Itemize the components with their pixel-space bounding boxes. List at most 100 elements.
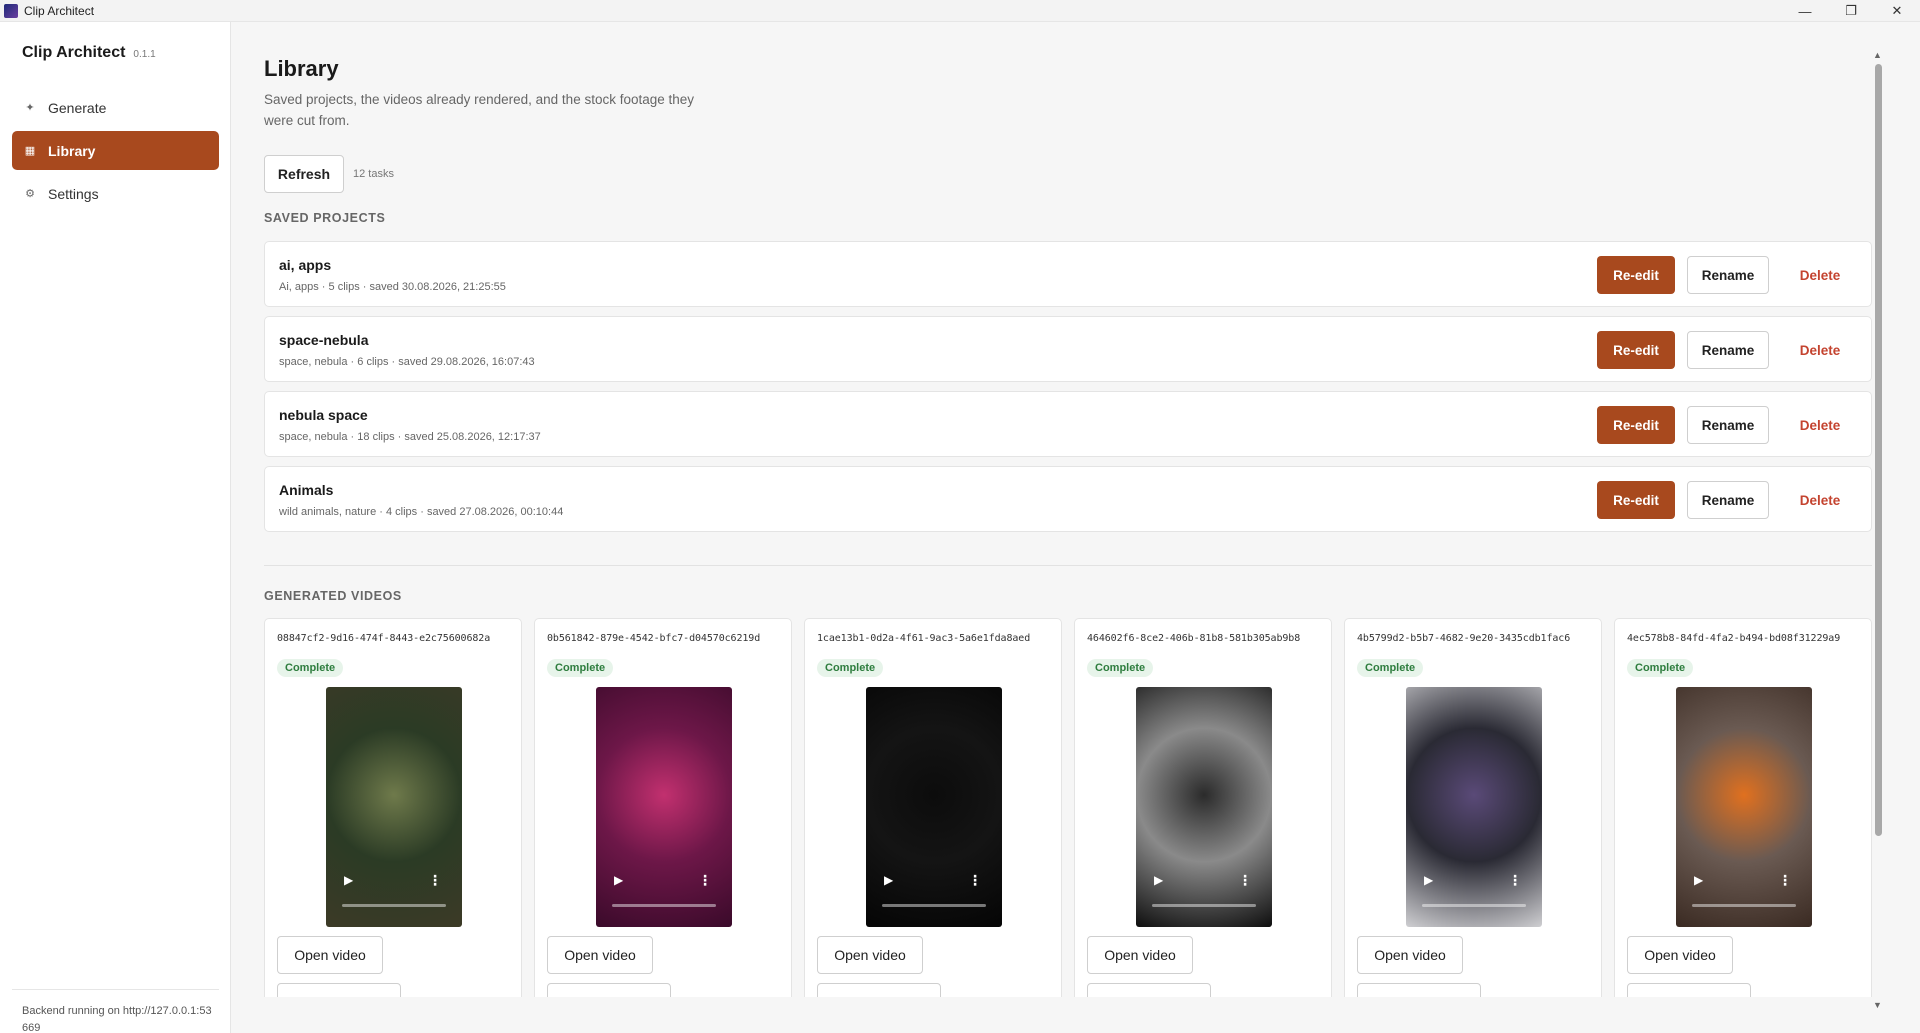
video-id: 08847cf2-9d16-474f-8443-e2c75600682a bbox=[277, 633, 491, 644]
reedit-button[interactable]: Re-edit bbox=[1597, 481, 1675, 519]
video-progress-bar[interactable] bbox=[612, 904, 716, 907]
video-player[interactable]: ▶ ⋮ bbox=[1676, 687, 1812, 927]
scroll-down-icon[interactable]: ▼ bbox=[1873, 1000, 1882, 1010]
page-title: Library bbox=[264, 56, 339, 81]
more-options-icon[interactable]: ⋮ bbox=[1508, 872, 1522, 889]
more-options-icon[interactable]: ⋮ bbox=[1778, 872, 1792, 889]
play-icon[interactable]: ▶ bbox=[1424, 873, 1433, 887]
delete-button[interactable]: Delete bbox=[1781, 481, 1859, 519]
more-options-icon[interactable]: ⋮ bbox=[698, 872, 712, 889]
rename-button[interactable]: Rename bbox=[1687, 481, 1769, 519]
video-player[interactable]: ▶ ⋮ bbox=[1136, 687, 1272, 927]
content-bottom-edge bbox=[232, 997, 1886, 1033]
status-badge: Complete bbox=[817, 659, 884, 677]
project-row: nebula space space, nebula · 18 clips · … bbox=[264, 391, 1872, 457]
rename-button[interactable]: Rename bbox=[1687, 331, 1769, 369]
rename-button[interactable]: Rename bbox=[1687, 406, 1769, 444]
open-video-button[interactable]: Open video bbox=[1357, 936, 1463, 974]
sidebar: Clip Architect 0.1.1 ✦ Generate ▦ Librar… bbox=[0, 22, 231, 1033]
project-row: Animals wild animals, nature · 4 clips ·… bbox=[264, 466, 1872, 532]
gear-icon: ⚙ bbox=[25, 188, 35, 200]
refresh-button[interactable]: Refresh bbox=[264, 155, 344, 193]
more-options-icon[interactable]: ⋮ bbox=[968, 872, 982, 889]
sidebar-item-label: Generate bbox=[48, 99, 107, 116]
play-icon[interactable]: ▶ bbox=[1154, 873, 1163, 887]
app-logo-icon bbox=[4, 3, 18, 18]
rename-button[interactable]: Rename bbox=[1687, 256, 1769, 294]
project-name: ai, apps bbox=[279, 257, 332, 273]
reedit-button[interactable]: Re-edit bbox=[1597, 331, 1675, 369]
scrollbar[interactable]: ▲ ▼ bbox=[1870, 50, 1886, 1010]
open-video-button[interactable]: Open video bbox=[547, 936, 653, 974]
saved-projects-heading: SAVED PROJECTS bbox=[264, 211, 386, 225]
video-player[interactable]: ▶ ⋮ bbox=[596, 687, 732, 927]
play-icon[interactable]: ▶ bbox=[884, 873, 893, 887]
brand-name: Clip Architect bbox=[22, 44, 126, 61]
delete-button[interactable]: Delete bbox=[1781, 406, 1859, 444]
delete-button[interactable]: Delete bbox=[1781, 331, 1859, 369]
task-count: 12 tasks bbox=[353, 168, 394, 180]
project-name: nebula space bbox=[279, 407, 368, 423]
video-id: 464602f6-8ce2-406b-81b8-581b305ab9b8 bbox=[1087, 633, 1301, 644]
sidebar-item-label: Settings bbox=[48, 185, 99, 202]
open-video-button[interactable]: Open video bbox=[277, 936, 383, 974]
video-card: 464602f6-8ce2-406b-81b8-581b305ab9b8 Com… bbox=[1074, 618, 1332, 1028]
sidebar-item-label: Library bbox=[48, 142, 96, 159]
play-icon[interactable]: ▶ bbox=[1694, 873, 1703, 887]
video-id: 1cae13b1-0d2a-4f61-9ac3-5a6e1fda8aed bbox=[817, 633, 1031, 644]
page-description: Saved projects, the videos already rende… bbox=[264, 92, 695, 128]
brand: Clip Architect 0.1.1 bbox=[22, 44, 156, 62]
sparkle-icon: ✦ bbox=[25, 102, 35, 114]
video-id: 4b5799d2-b5b7-4682-9e20-3435cdb1fac6 bbox=[1357, 633, 1571, 644]
project-actions: Re-edit Rename Delete bbox=[1597, 256, 1859, 294]
restore-icon[interactable]: ❐ bbox=[1828, 0, 1874, 22]
video-progress-bar[interactable] bbox=[1152, 904, 1256, 907]
minimize-icon[interactable]: — bbox=[1782, 0, 1828, 22]
video-id: 4ec578b8-84fd-4fa2-b494-bd08f31229a9 bbox=[1627, 633, 1841, 644]
status-badge: Complete bbox=[1087, 659, 1154, 677]
project-name: space-nebula bbox=[279, 332, 369, 348]
sidebar-nav: ✦ Generate ▦ Library ⚙ Settings bbox=[12, 88, 219, 217]
video-progress-bar[interactable] bbox=[1422, 904, 1526, 907]
grid-icon: ▦ bbox=[24, 145, 36, 157]
video-progress-bar[interactable] bbox=[882, 904, 986, 907]
reedit-button[interactable]: Re-edit bbox=[1597, 406, 1675, 444]
project-actions: Re-edit Rename Delete bbox=[1597, 481, 1859, 519]
scroll-up-icon[interactable]: ▲ bbox=[1873, 50, 1882, 60]
saved-projects-list: ai, apps Ai, apps · 5 clips · saved 30.0… bbox=[264, 241, 1872, 541]
project-meta: wild animals, nature · 4 clips · saved 2… bbox=[279, 506, 564, 518]
sidebar-item-library[interactable]: ▦ Library bbox=[12, 131, 219, 170]
play-icon[interactable]: ▶ bbox=[614, 873, 623, 887]
sidebar-item-settings[interactable]: ⚙ Settings bbox=[12, 174, 219, 213]
status-badge: Complete bbox=[1627, 659, 1694, 677]
status-badge: Complete bbox=[547, 659, 614, 677]
play-icon[interactable]: ▶ bbox=[344, 873, 353, 887]
project-row: ai, apps Ai, apps · 5 clips · saved 30.0… bbox=[264, 241, 1872, 307]
open-video-button[interactable]: Open video bbox=[817, 936, 923, 974]
project-meta: Ai, apps · 5 clips · saved 30.08.2026, 2… bbox=[279, 281, 506, 293]
video-card: 4b5799d2-b5b7-4682-9e20-3435cdb1fac6 Com… bbox=[1344, 618, 1602, 1028]
project-meta: space, nebula · 18 clips · saved 25.08.2… bbox=[279, 431, 541, 443]
video-player[interactable]: ▶ ⋮ bbox=[866, 687, 1002, 927]
project-row: space-nebula space, nebula · 6 clips · s… bbox=[264, 316, 1872, 382]
reedit-button[interactable]: Re-edit bbox=[1597, 256, 1675, 294]
open-video-button[interactable]: Open video bbox=[1087, 936, 1193, 974]
video-player[interactable]: ▶ ⋮ bbox=[326, 687, 462, 927]
section-divider bbox=[264, 565, 1872, 566]
more-options-icon[interactable]: ⋮ bbox=[428, 872, 442, 889]
window-title: Clip Architect bbox=[24, 3, 95, 18]
close-icon[interactable]: ✕ bbox=[1874, 0, 1920, 22]
scrollbar-thumb[interactable] bbox=[1875, 64, 1882, 836]
more-options-icon[interactable]: ⋮ bbox=[1238, 872, 1252, 889]
open-video-button[interactable]: Open video bbox=[1627, 936, 1733, 974]
window-titlebar: Clip Architect — ❐ ✕ bbox=[0, 0, 1920, 22]
sidebar-item-generate[interactable]: ✦ Generate bbox=[12, 88, 219, 127]
status-badge: Complete bbox=[1357, 659, 1424, 677]
video-progress-bar[interactable] bbox=[342, 904, 446, 907]
status-badge: Complete bbox=[277, 659, 344, 677]
window-controls: — ❐ ✕ bbox=[1782, 0, 1920, 22]
video-card: 1cae13b1-0d2a-4f61-9ac3-5a6e1fda8aed Com… bbox=[804, 618, 1062, 1028]
delete-button[interactable]: Delete bbox=[1781, 256, 1859, 294]
video-progress-bar[interactable] bbox=[1692, 904, 1796, 907]
video-player[interactable]: ▶ ⋮ bbox=[1406, 687, 1542, 927]
